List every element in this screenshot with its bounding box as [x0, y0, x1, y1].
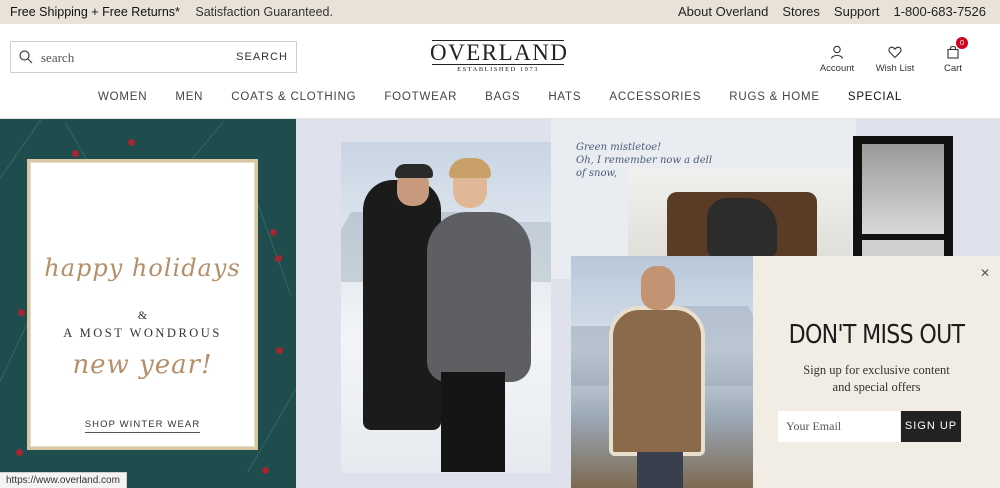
stores-link[interactable]: Stores — [782, 4, 820, 19]
holiday-new-year: new year! — [72, 350, 213, 380]
logo-name: OVERLAND — [430, 40, 569, 65]
nav-footwear[interactable]: FOOTWEAR — [370, 91, 471, 103]
nav-bags[interactable]: BAGS — [471, 91, 534, 103]
phone-link[interactable]: 1-800-683-7526 — [893, 4, 986, 19]
popup-subtitle-line-1: Sign up for exclusive content — [803, 363, 950, 377]
support-link[interactable]: Support — [834, 4, 880, 19]
popup-subtitle-line-2: and special offers — [832, 380, 921, 394]
nav-accessories[interactable]: ACCESSORIES — [595, 91, 715, 103]
free-shipping-text[interactable]: Free Shipping + Free Returns* — [10, 5, 180, 19]
nav-special[interactable]: SPECIAL — [834, 91, 916, 103]
wishlist-label: Wish List — [875, 63, 915, 74]
site-logo[interactable]: OVERLAND ESTABLISHED 1973 — [430, 40, 569, 73]
account-button[interactable]: Account — [808, 45, 866, 74]
search-icon — [19, 50, 33, 64]
nav-rugs-home[interactable]: RUGS & HOME — [715, 91, 834, 103]
man-shearling-photo[interactable] — [571, 256, 753, 488]
email-field[interactable] — [778, 411, 900, 442]
note-line-2: Oh, I remember now a dell — [576, 155, 713, 166]
sign-up-button[interactable]: SIGN UP — [901, 411, 961, 442]
header-icons: Account Wish List 0 Cart — [808, 37, 982, 74]
nav-men[interactable]: MEN — [161, 91, 217, 103]
heart-icon — [888, 46, 902, 59]
nav-hats[interactable]: HATS — [534, 91, 595, 103]
account-label: Account — [819, 63, 855, 74]
main-nav: WOMEN MEN COATS & CLOTHING FOOTWEAR BAGS… — [0, 91, 1000, 103]
couple-photo[interactable] — [341, 142, 551, 473]
close-icon[interactable]: ✕ — [980, 266, 990, 280]
status-bar-url: https://www.overland.com — [0, 472, 127, 488]
shop-winter-wear-link[interactable]: SHOP WINTER WEAR — [30, 419, 255, 433]
about-link[interactable]: About Overland — [678, 4, 768, 19]
holiday-card: happy holidays & A MOST WONDROUS new yea… — [27, 159, 258, 450]
nav-coats-clothing[interactable]: COATS & CLOTHING — [217, 91, 370, 103]
search-input[interactable] — [41, 48, 231, 68]
filmstrip-photo[interactable] — [853, 136, 953, 258]
shop-winter-wear-label: SHOP WINTER WEAR — [84, 419, 201, 433]
holiday-ampersand: & — [137, 308, 148, 322]
holiday-panel: happy holidays & A MOST WONDROUS new yea… — [0, 119, 296, 488]
popup-subtitle: Sign up for exclusive content and specia… — [753, 362, 1000, 396]
account-icon — [830, 45, 844, 59]
cart-label: Cart — [944, 63, 962, 74]
promo-bar: Free Shipping + Free Returns* Satisfacti… — [0, 0, 1000, 24]
nav-women[interactable]: WOMEN — [84, 91, 161, 103]
hero-banner: happy holidays & A MOST WONDROUS new yea… — [0, 119, 1000, 488]
wishlist-button[interactable]: Wish List — [866, 45, 924, 74]
popup-title: DON'T MISS OUT — [788, 320, 965, 350]
cart-button[interactable]: 0 Cart — [924, 37, 982, 74]
logo-tagline: ESTABLISHED 1973 — [457, 66, 539, 73]
search-button[interactable]: SEARCH — [236, 51, 288, 63]
newsletter-popup: ✕ DON'T MISS OUT Sign up for exclusive c… — [753, 256, 1000, 488]
holiday-subheading: A MOST WONDROUS — [63, 326, 222, 340]
boot-tray — [667, 192, 817, 264]
cart-count-badge: 0 — [956, 37, 968, 49]
search-box: SEARCH — [10, 41, 297, 73]
holiday-heading: happy holidays — [44, 254, 241, 282]
note-line-1: Green mistletoe! — [576, 142, 662, 153]
satisfaction-text: Satisfaction Guaranteed. — [195, 5, 333, 19]
